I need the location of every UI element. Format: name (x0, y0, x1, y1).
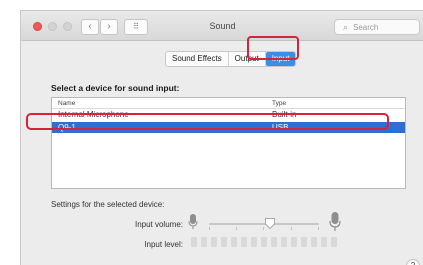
search-input[interactable] (353, 21, 415, 33)
title-bar: ‹ › ⠿ Sound ⌕ (21, 11, 423, 41)
input-device-table: Name Type Internal Microphone Built-in Q… (51, 97, 406, 189)
level-segment (191, 237, 197, 247)
level-segment (291, 237, 297, 247)
help-button[interactable]: ? (406, 259, 420, 265)
input-volume-label: Input volume: (134, 220, 183, 229)
column-header-type[interactable]: Type (272, 100, 286, 107)
sound-preferences-window: ‹ › ⠿ Sound ⌕ Sound Effects Output Input… (20, 10, 423, 265)
select-device-heading: Select a device for sound input: (51, 83, 180, 93)
level-segment (221, 237, 227, 247)
level-segment (281, 237, 287, 247)
column-header-name[interactable]: Name (58, 100, 75, 107)
table-header: Name Type (52, 98, 405, 109)
settings-heading: Settings for the selected device: (51, 200, 165, 209)
input-level-label: Input level: (144, 240, 183, 249)
microphone-high-icon (329, 212, 341, 231)
level-segment (231, 237, 237, 247)
selected-device-highlight (26, 113, 389, 130)
level-segment (331, 237, 337, 247)
level-segment (251, 237, 257, 247)
level-segment (321, 237, 327, 247)
level-segment (301, 237, 307, 247)
search-icon: ⌕ (343, 22, 349, 32)
level-segment (211, 237, 217, 247)
level-segment (261, 237, 267, 247)
level-segment (271, 237, 277, 247)
search-field[interactable]: ⌕ (334, 19, 420, 35)
volume-slider-knob[interactable] (264, 218, 275, 229)
level-segment (201, 237, 207, 247)
input-level-meter (191, 237, 337, 247)
input-tab-highlight (247, 36, 299, 60)
level-segment (241, 237, 247, 247)
microphone-low-icon (188, 214, 198, 229)
tab-sound-effects[interactable]: Sound Effects (166, 52, 229, 66)
level-segment (311, 237, 317, 247)
